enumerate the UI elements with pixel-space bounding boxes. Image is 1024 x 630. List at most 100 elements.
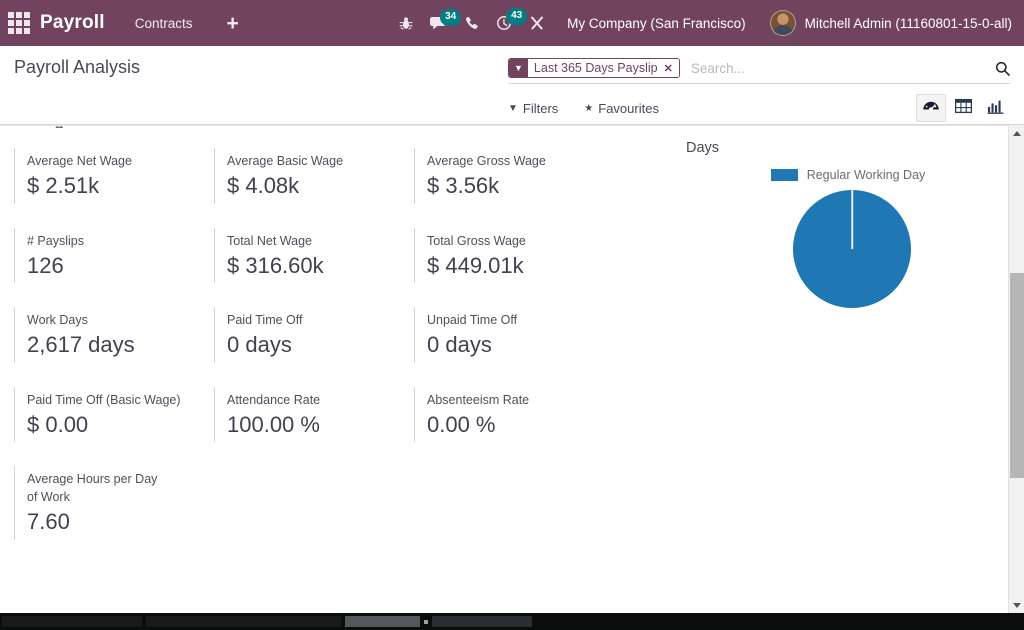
kpi-value: 126 (27, 253, 206, 279)
graph-view-button[interactable] (980, 94, 1010, 122)
kpi-value: $ 0.00 (27, 412, 206, 438)
company-selector[interactable]: My Company (San Francisco) (567, 16, 746, 31)
filters-dropdown[interactable]: ▼ Filters (508, 101, 558, 116)
search-icon[interactable] (989, 61, 1010, 76)
scroll-up-arrow-icon[interactable] (1009, 125, 1024, 141)
kpi-value: $ 2.51k (27, 173, 206, 199)
gauge-icon (922, 97, 940, 120)
kpi-label: # Payslips (27, 232, 206, 250)
kpi-value: $ 316.60k (227, 253, 406, 279)
kpi-label: Average Hours per Day of Work (27, 470, 171, 506)
avatar (770, 10, 796, 36)
kpi-value: 7.60 (27, 509, 171, 535)
activities-badge: 43 (506, 8, 527, 25)
kpi-label: Total Net Wage (227, 232, 406, 250)
kpi-value: 100.00 % (227, 412, 406, 438)
vertical-scrollbar[interactable] (1008, 125, 1024, 613)
pivot-view-button[interactable] (948, 94, 978, 122)
user-menu[interactable]: Mitchell Admin (11160801-15-0-all) (770, 10, 1012, 36)
scrollbar-thumb[interactable] (1010, 273, 1024, 478)
taskbar-item-active[interactable] (345, 616, 420, 627)
kpi-label: Absenteeism Rate (427, 391, 606, 409)
kpi-label: Unpaid Time Off (427, 311, 606, 329)
nav-add-icon[interactable]: + (227, 13, 239, 34)
kpi-value: $ 3.56k (427, 173, 606, 199)
kpi-label: Average Gross Wage (427, 152, 606, 170)
search-facet-remove-icon[interactable]: ✕ (663, 59, 679, 77)
star-icon: ★ (584, 103, 593, 114)
kpi-tile-paid-time-off-basic-wage[interactable]: Paid Time Off (Basic Wage) $ 0.00 (14, 387, 214, 443)
bug-icon[interactable] (399, 16, 413, 31)
filter-caret-icon: ▼ (508, 103, 518, 114)
dashboard-view-button[interactable] (916, 94, 946, 122)
messages-icon[interactable]: 34 (430, 16, 448, 31)
kpi-tile-absenteeism-rate[interactable]: Absenteeism Rate 0.00 % (414, 387, 614, 443)
kpi-tile-average-basic-wage[interactable]: Average Basic Wage $ 4.08k (214, 148, 414, 204)
kpi-tile-attendance-rate[interactable]: Attendance Rate 100.00 % (214, 387, 414, 443)
nav-item-contracts[interactable]: Contracts (135, 16, 193, 31)
kpi-tile-total-gross-wage[interactable]: Total Gross Wage $ 449.01k (414, 228, 614, 284)
search-view: ▼ Last 365 Days Payslip ✕ (508, 58, 1010, 84)
filter-icon: ▼ (509, 59, 528, 77)
taskbar-item[interactable] (146, 616, 341, 627)
pie-wrapper (680, 190, 1024, 308)
legend-label: Regular Working Day (807, 168, 926, 182)
kpi-tile-work-days[interactable]: Work Days 2,617 days (14, 307, 214, 363)
view-switcher (916, 94, 1010, 122)
days-pie-chart: Days Regular Working Day (680, 126, 1024, 613)
kpi-tiles: Average Net Wage $ 2.51k Average Basic W… (0, 126, 680, 613)
apps-grid-icon[interactable] (6, 10, 32, 36)
kpi-tile-paid-time-off[interactable]: Paid Time Off 0 days (214, 307, 414, 363)
search-facet-label: Last 365 Days Payslip (528, 59, 663, 77)
search-facet-last-365-days-payslip[interactable]: ▼ Last 365 Days Payslip ✕ (508, 58, 680, 78)
messages-badge: 34 (440, 9, 461, 26)
kpi-tile-payslips-count[interactable]: # Payslips 126 (14, 228, 214, 284)
systray-icons: 34 43 (399, 15, 545, 31)
taskbar-item[interactable] (2, 616, 142, 627)
kpi-value: 0 days (227, 332, 406, 358)
taskbar-indicator (424, 620, 428, 624)
kpi-value: $ 449.01k (427, 253, 606, 279)
kpi-value: 2,617 days (27, 332, 206, 358)
bar-chart-icon (987, 98, 1004, 119)
kpi-label: Average Basic Wage (227, 152, 406, 170)
clipped-top-glyph: ⏕ (55, 125, 63, 134)
tools-icon[interactable] (529, 15, 545, 31)
taskbar-item[interactable] (432, 616, 532, 627)
kpi-tile-total-net-wage[interactable]: Total Net Wage $ 316.60k (214, 228, 414, 284)
top-navbar: Payroll Contracts + 34 43 (0, 0, 1024, 46)
kpi-value: 0.00 % (427, 412, 606, 438)
chart-title: Days (686, 140, 1024, 156)
favourites-dropdown[interactable]: ★ Favourites (584, 101, 659, 116)
kpi-tile-average-net-wage[interactable]: Average Net Wage $ 2.51k (14, 148, 214, 204)
scroll-down-arrow-icon[interactable] (1009, 597, 1024, 613)
kpi-label: Attendance Rate (227, 391, 406, 409)
filters-label: Filters (523, 101, 558, 116)
legend-swatch (771, 169, 798, 181)
control-panel-buttons-row: ▼ Filters ★ Favourites (508, 94, 1010, 122)
phone-icon[interactable] (465, 16, 479, 31)
kpi-tile-unpaid-time-off[interactable]: Unpaid Time Off 0 days (414, 307, 614, 363)
dashboard-content: ⏕ Average Net Wage $ 2.51k Average Basic… (0, 125, 1024, 613)
kpi-value: 0 days (427, 332, 606, 358)
search-input[interactable] (687, 61, 989, 76)
kpi-value: $ 4.08k (227, 173, 406, 199)
kpi-label: Work Days (27, 311, 206, 329)
page-title: Payroll Analysis (14, 46, 140, 78)
chart-legend-item-regular-working-day[interactable]: Regular Working Day (672, 168, 1024, 182)
os-taskbar (0, 613, 1024, 630)
control-panel: Payroll Analysis ▼ Last 365 Days Payslip… (0, 46, 1024, 125)
kpi-label: Paid Time Off (227, 311, 406, 329)
user-name-label: Mitchell Admin (11160801-15-0-all) (805, 16, 1012, 31)
table-grid-icon (955, 98, 972, 119)
brand-payroll[interactable]: Payroll (40, 12, 105, 34)
kpi-tile-average-hours-per-day-of-work[interactable]: Average Hours per Day of Work 7.60 (14, 466, 179, 540)
dashboard-layout: Average Net Wage $ 2.51k Average Basic W… (0, 126, 1024, 613)
kpi-label: Paid Time Off (Basic Wage) (27, 391, 206, 409)
kpi-label: Average Net Wage (27, 152, 206, 170)
kpi-tile-average-gross-wage[interactable]: Average Gross Wage $ 3.56k (414, 148, 614, 204)
activities-clock-icon[interactable]: 43 (496, 15, 512, 31)
pie-slice-regular-working-day[interactable] (793, 190, 911, 308)
kpi-label: Total Gross Wage (427, 232, 606, 250)
dashboard-inner: ⏕ Average Net Wage $ 2.51k Average Basic… (0, 126, 1024, 613)
